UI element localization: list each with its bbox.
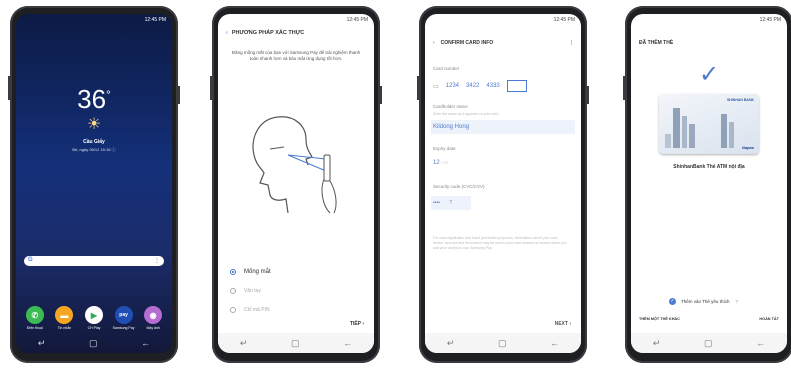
expiry-label: Expiry date	[433, 146, 456, 151]
radio-unselected	[230, 307, 236, 313]
add-another-card-button[interactable]: THÊM MỘT THẺ KHÁC	[639, 317, 680, 321]
page-title: ‹ CONFIRM CARD INFO ⋮	[433, 40, 574, 46]
weather-date: Bé, ngày 06/12 15:16 ⓘ	[72, 147, 116, 152]
security-code-label: Security code (CVC/CVV)	[433, 184, 485, 189]
cardholder-input[interactable]: Kildong Hong	[433, 124, 469, 130]
app-samsung-pay[interactable]: pay Samsung Pay	[111, 306, 137, 330]
play-store-icon: ▶	[84, 306, 103, 324]
radio-selected	[230, 269, 236, 275]
option-fingerprint[interactable]: Vân tay	[230, 288, 261, 294]
volume-button	[623, 76, 625, 100]
home-screen: 12:45 PM 36° ☀ Cầu Giấy Bé, ngày 06/12 1…	[16, 14, 172, 353]
bottom-actions: THÊM MỘT THẺ KHÁC HOÀN TẤT	[639, 317, 779, 321]
add-to-favorites[interactable]: ✓ Thêm vào Thẻ yêu thích?	[669, 298, 738, 305]
next-button[interactable]: TIẾP ›	[350, 321, 364, 327]
back-arrow-icon[interactable]: ‹	[226, 30, 228, 36]
status-bar: 12:45 PM	[759, 17, 781, 23]
card-added-screen: 12:45 PM ĐÃ THÊM THẺ ✓ SHINHAN BANK Napa…	[631, 14, 787, 353]
more-options-icon[interactable]: ⋮	[569, 40, 574, 46]
phone-home-screen: 12:45 PM 36° ☀ Cầu Giấy Bé, ngày 06/12 1…	[8, 6, 180, 363]
power-button	[587, 86, 589, 104]
app-messages[interactable]: ▬ Tin nhắn	[51, 306, 77, 330]
cardholder-hint: Enter the name as it appears on your car…	[433, 112, 500, 116]
volume-button	[417, 76, 419, 100]
google-search-bar[interactable]: G ⋮	[24, 256, 164, 266]
back-icon[interactable]: ←	[141, 338, 150, 348]
camera-icon: ◉	[144, 306, 163, 324]
nav-bar: ↵ ▢ ←	[218, 333, 374, 353]
check-icon: ✓	[698, 61, 720, 88]
phone-card-added: 12:45 PM ĐÃ THÊM THẺ ✓ SHINHAN BANK Napa…	[623, 6, 791, 363]
confirm-card-screen: 12:45 PM ‹ CONFIRM CARD INFO ⋮ Card number…	[425, 14, 581, 353]
volume-button	[210, 76, 212, 100]
page-title: ‹ PHƯƠNG PHÁP XÁC THỰC	[226, 30, 305, 36]
checkbox-checked-icon: ✓	[669, 298, 676, 305]
back-icon[interactable]: ←	[550, 338, 559, 348]
next-button[interactable]: NEXT ›	[555, 321, 571, 327]
samsung-pay-icon: pay	[114, 306, 133, 324]
back-icon[interactable]: ←	[343, 338, 352, 348]
option-iris[interactable]: Mống mắt	[230, 269, 271, 275]
card-number-label: Card number	[433, 66, 460, 71]
card-name: ShinhanBank Thẻ ATM nội địa	[673, 164, 745, 170]
card-number-field[interactable]: ▭ 1234 3422 4333	[433, 80, 527, 92]
expiry-input[interactable]: 12 / YY	[433, 160, 448, 166]
security-code-input[interactable]: •••• ?	[433, 200, 452, 206]
messages-icon: ▬	[55, 306, 74, 324]
card-number-cursor-box[interactable]	[506, 80, 527, 92]
sun-icon: ☀	[86, 116, 102, 133]
napas-logo: Napas	[741, 145, 754, 150]
volume-button	[8, 76, 10, 100]
power-button	[380, 86, 382, 104]
google-icon: G	[28, 257, 33, 263]
recents-icon[interactable]: ↵	[38, 338, 46, 349]
weather-location: Cầu Giấy	[83, 139, 105, 145]
nav-bar: ↵ ▢ ←	[425, 333, 581, 353]
status-bar: 12:45 PM	[144, 17, 166, 23]
bank-card-image: SHINHAN BANK Napas	[659, 94, 759, 154]
auth-method-screen: 12:45 PM ‹ PHƯƠNG PHÁP XÁC THỰC Đăng mống…	[218, 14, 374, 353]
done-button[interactable]: HOÀN TẤT	[759, 317, 779, 321]
back-arrow-icon[interactable]: ‹	[433, 40, 435, 46]
nav-bar: ↵ ▢ ←	[16, 333, 172, 353]
iris-scan-face-illustration	[252, 116, 337, 214]
chevron-right-icon: ›	[362, 321, 364, 327]
recents-icon[interactable]: ↵	[653, 338, 661, 349]
home-icon[interactable]: ▢	[498, 338, 507, 349]
cardholder-label: Cardholder name	[433, 104, 468, 109]
option-pin-only[interactable]: Chỉ mã PIN	[230, 307, 270, 313]
app-camera[interactable]: ◉ Máy ảnh	[140, 306, 166, 330]
home-icon[interactable]: ▢	[704, 338, 713, 349]
chevron-right-icon: ›	[569, 321, 571, 327]
help-icon[interactable]: ?	[735, 299, 738, 304]
home-icon[interactable]: ▢	[89, 338, 98, 349]
phone-auth-method: 12:45 PM ‹ PHƯƠNG PHÁP XÁC THỰC Đăng mống…	[210, 6, 382, 363]
app-dock: ✆ Điện thoại ▬ Tin nhắn ▶ CH Play pay Samsun…	[20, 306, 168, 330]
back-icon[interactable]: ←	[756, 338, 765, 348]
bank-logo: SHINHAN BANK	[726, 98, 754, 102]
terms-text: For card registration and fraud preventi…	[433, 236, 567, 250]
mic-icon[interactable]: ⋮	[154, 257, 160, 264]
app-phone[interactable]: ✆ Điện thoại	[22, 306, 48, 330]
home-icon[interactable]: ▢	[291, 338, 300, 349]
nav-bar: ↵ ▢ ←	[631, 333, 787, 353]
recents-icon[interactable]: ↵	[447, 338, 455, 349]
app-play-store[interactable]: ▶ CH Play	[81, 306, 107, 330]
weather-temperature: 36°	[77, 84, 111, 114]
help-icon[interactable]: ?	[449, 200, 452, 206]
phone-icon: ✆	[25, 306, 44, 324]
recents-icon[interactable]: ↵	[240, 338, 248, 349]
phone-confirm-card: 12:45 PM ‹ CONFIRM CARD INFO ⋮ Card number…	[417, 6, 589, 363]
page-title: ĐÃ THÊM THẺ	[639, 40, 674, 46]
power-button	[178, 86, 180, 104]
description-text: Đăng mống mắt của bạn với Samsung Pay để…	[231, 50, 361, 61]
status-bar: 12:45 PM	[553, 17, 575, 23]
radio-unselected	[230, 288, 236, 294]
status-bar: 12:45 PM	[346, 17, 368, 23]
card-icon: ▭	[433, 83, 439, 90]
